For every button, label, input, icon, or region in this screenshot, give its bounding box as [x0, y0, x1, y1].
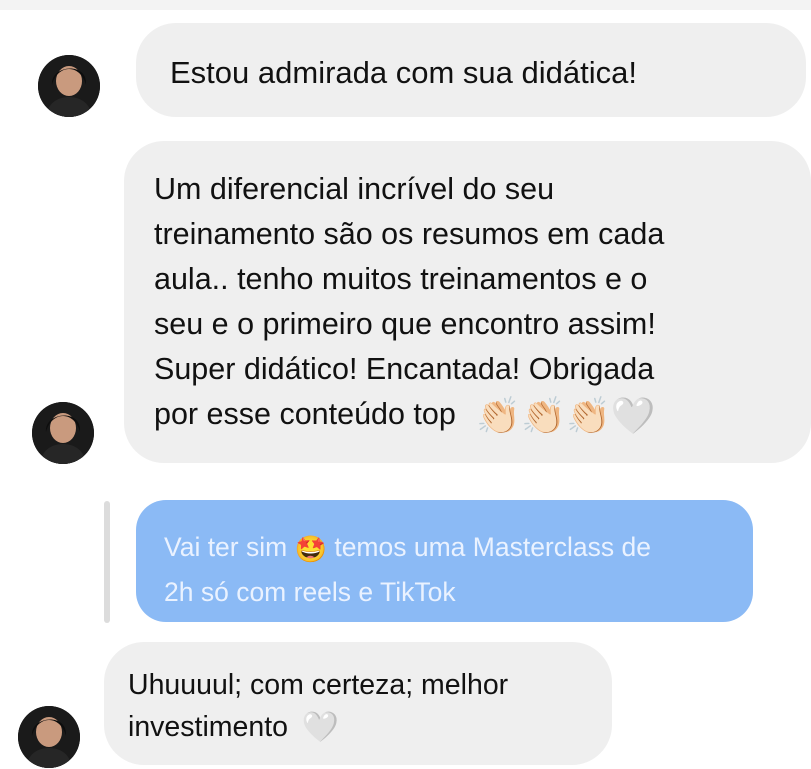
message-line: Um diferencial incrível do seu	[154, 172, 555, 206]
message-text: investimento	[128, 711, 288, 743]
avatar-photo-icon	[32, 402, 94, 464]
message-bubble-2[interactable]: Um diferencial incrível do seu treinamen…	[124, 141, 811, 463]
message-line: aula.. tenho muitos treinamentos e o	[154, 262, 648, 296]
message-line: investimento 🤍	[128, 706, 612, 749]
reply-indicator-bar	[104, 501, 110, 623]
message-bubble-3[interactable]: Vai ter sim 🤩 temos uma Masterclass de 2…	[136, 500, 753, 622]
message-line: Uhuuuul; com certeza; melhor	[128, 669, 509, 701]
message-line: seu e o primeiro que encontro assim!	[154, 307, 656, 341]
avatar-photo-icon	[18, 706, 80, 768]
message-bubble-1[interactable]: Estou admirada com sua didática!	[136, 23, 806, 117]
message-text: Estou admirada com sua didática!	[170, 55, 637, 90]
contact-avatar[interactable]	[32, 402, 94, 464]
message-line-last: por esse conteúdo top 👏🏻👏🏻👏🏻🤍	[154, 392, 811, 438]
message-text: Vai ter sim	[164, 532, 288, 562]
message-text: temos uma Masterclass de	[334, 532, 651, 562]
contact-avatar[interactable]	[18, 706, 80, 768]
clapping-hands-emoji: 👏🏻	[476, 395, 522, 437]
white-heart-emoji: 🤍	[301, 711, 340, 745]
message-line: Vai ter sim 🤩 temos uma Masterclass de	[164, 526, 753, 571]
message-bubble-4[interactable]: Uhuuuul; com certeza; melhor investiment…	[104, 642, 612, 765]
white-heart-emoji: 🤍	[610, 395, 656, 437]
message-text: por esse conteúdo top	[154, 397, 456, 431]
message-line: 2h só com reels e TikTok	[164, 576, 456, 607]
message-line: Super didático! Encantada! Obrigada	[154, 352, 655, 386]
avatar-photo-icon	[38, 55, 100, 117]
star-struck-emoji: 🤩	[294, 533, 327, 564]
top-band	[0, 0, 811, 10]
message-line: treinamento são os resumos em cada	[154, 217, 665, 251]
clapping-hands-emoji: 👏🏻	[521, 395, 566, 437]
contact-avatar[interactable]	[38, 55, 100, 117]
clapping-hands-emoji: 👏🏻	[565, 395, 611, 437]
